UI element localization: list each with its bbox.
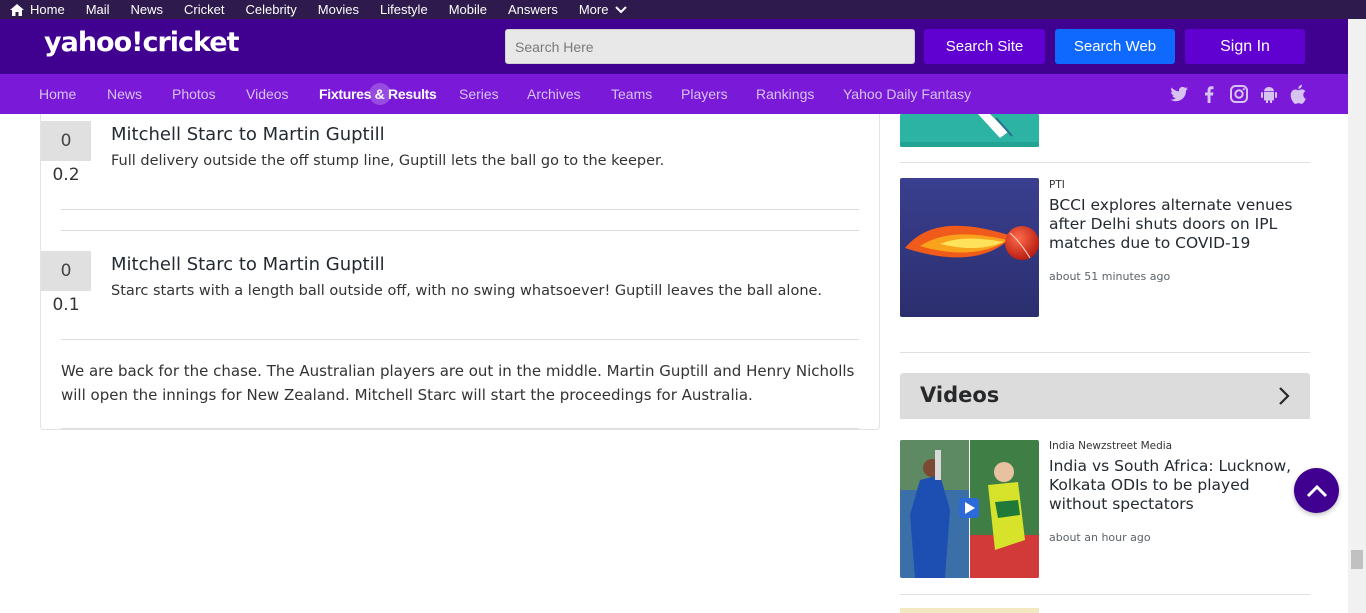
news-thumbnail-partial[interactable] (900, 114, 1039, 147)
commentary-note: We are back for the chase. The Australia… (61, 362, 855, 404)
nav-item-yahoo-daily-fantasy[interactable]: Yahoo Daily Fantasy (843, 86, 971, 102)
nav-item-photos[interactable]: Photos (172, 86, 216, 102)
video-thumbnail[interactable] (900, 440, 1039, 578)
topbar-link-cricket[interactable]: Cricket (184, 2, 224, 17)
topbar-link-movies[interactable]: Movies (318, 2, 359, 17)
topbar-link-mobile[interactable]: Mobile (449, 2, 487, 17)
topbar-link-lifestyle[interactable]: Lifestyle (380, 2, 428, 17)
sign-in-button[interactable]: Sign In (1185, 29, 1305, 64)
section-nav: Home News Photos Videos Fixtures & Resul… (0, 74, 1348, 114)
news-timestamp: about 51 minutes ago (1049, 270, 1171, 283)
divider (61, 428, 859, 429)
divider (61, 230, 859, 231)
topbar-link-celebrity[interactable]: Celebrity (246, 2, 297, 17)
search-web-button[interactable]: Search Web (1055, 29, 1175, 64)
android-icon[interactable] (1259, 84, 1279, 104)
rail-divider (900, 162, 1310, 163)
facebook-icon[interactable] (1199, 84, 1219, 104)
nav-item-players[interactable]: Players (681, 86, 728, 102)
ball-title: Mitchell Starc to Martin Guptill (111, 254, 385, 275)
chevron-right-icon (1279, 387, 1290, 405)
nav-item-rankings[interactable]: Rankings (756, 86, 814, 102)
news-source: PTI (1049, 179, 1065, 191)
news-headline[interactable]: BCCI explores alternate venues after Del… (1049, 196, 1309, 253)
topbar-link-news[interactable]: News (131, 2, 164, 17)
topbar-more-menu[interactable]: More (579, 2, 634, 17)
divider (61, 209, 859, 210)
nav-item-videos[interactable]: Videos (246, 86, 289, 102)
ball-over-number: 0.1 (52, 295, 80, 315)
search-site-button[interactable]: Search Site (924, 29, 1045, 64)
instagram-icon[interactable] (1229, 84, 1249, 104)
ball-runs-badge: 0 (41, 121, 91, 161)
chevron-up-icon (1306, 484, 1327, 497)
page-scrollbar[interactable] (1348, 19, 1366, 613)
topbar-label-home: Home (30, 2, 65, 17)
nav-item-teams[interactable]: Teams (611, 86, 652, 102)
ball-over-number: 0.2 (52, 165, 80, 185)
search-input[interactable] (505, 29, 915, 64)
rail-divider (900, 352, 1310, 353)
topbar-link-home[interactable]: Home (10, 2, 65, 17)
ball-title: Mitchell Starc to Martin Guptill (111, 124, 385, 145)
nav-item-archives[interactable]: Archives (527, 86, 581, 102)
news-thumbnail[interactable] (900, 178, 1039, 317)
divider (61, 339, 859, 340)
topbar-link-mail[interactable]: Mail (86, 2, 110, 17)
scrollbar-thumb[interactable] (1351, 550, 1363, 569)
next-thumbnail-partial[interactable] (900, 608, 1039, 613)
twitter-icon[interactable] (1169, 84, 1189, 104)
video-headline[interactable]: India vs South Africa: Lucknow, Kolkata … (1049, 457, 1309, 514)
nav-item-home[interactable]: Home (39, 86, 76, 102)
yahoo-cricket-logo[interactable]: yahoo!cricket (44, 27, 239, 58)
ball-description: Starc starts with a length ball outside … (111, 283, 823, 299)
ball-runs-badge: 0 (41, 251, 91, 291)
site-header: yahoo!cricket Search Site Search Web Sig… (0, 19, 1348, 74)
video-source: India Newzstreet Media (1049, 440, 1173, 452)
scroll-to-top-button[interactable] (1294, 468, 1339, 513)
top-utility-bar: Home Mail News Cricket Celebrity Movies … (0, 0, 1366, 19)
nav-item-news[interactable]: News (107, 86, 142, 102)
fireball-cricket-ball-image (900, 178, 1039, 317)
topbar-label-more: More (578, 2, 609, 17)
ball-description: Full delivery outside the off stump line… (111, 153, 665, 169)
videos-section-title: Videos (920, 383, 1000, 407)
rail-divider (900, 594, 1310, 595)
cricket-illustration-image (900, 114, 1039, 147)
commentary-card: 0 0.2 Mitchell Starc to Martin Guptill F… (40, 114, 880, 430)
active-nav-indicator (369, 83, 391, 105)
chevron-down-icon (615, 5, 628, 13)
apple-icon[interactable] (1289, 84, 1309, 104)
nav-item-series[interactable]: Series (459, 86, 499, 102)
topbar-link-answers[interactable]: Answers (508, 2, 558, 17)
video-timestamp: about an hour ago (1049, 531, 1151, 544)
home-icon (10, 3, 24, 16)
videos-section-header[interactable]: Videos (900, 373, 1310, 419)
india-vs-south-africa-image (900, 440, 1039, 578)
